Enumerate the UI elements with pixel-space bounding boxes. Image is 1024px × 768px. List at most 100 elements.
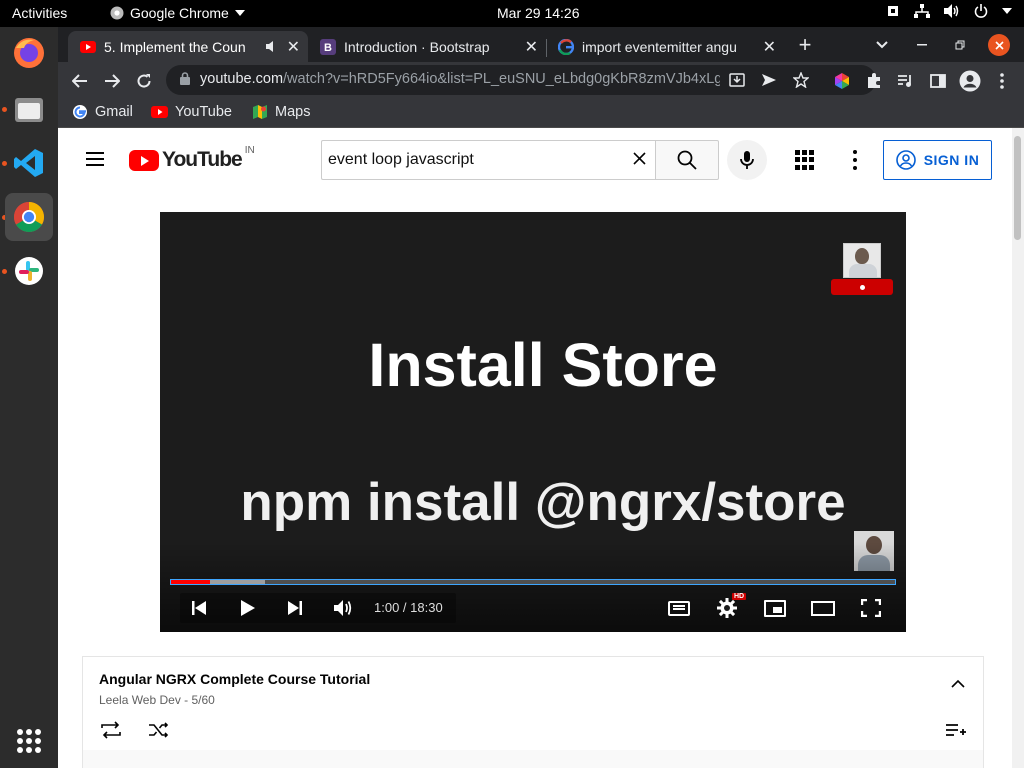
video-player[interactable]: Install Store npm install @ngrx/store 1:…: [160, 212, 906, 632]
shuffle-icon[interactable]: [147, 720, 171, 740]
time-display: 1:00 / 18:30: [374, 600, 443, 615]
bookmark-youtube[interactable]: YouTube: [151, 104, 232, 120]
sign-in-button[interactable]: SIGN IN: [883, 140, 992, 180]
page-scrollbar[interactable]: [1012, 128, 1024, 768]
account-circle-icon: [895, 150, 916, 170]
sign-in-label: SIGN IN: [923, 152, 980, 168]
theater-mode-icon: [811, 600, 835, 616]
fullscreen-icon: [861, 599, 881, 617]
chevron-down-icon: [1002, 8, 1012, 14]
bookmark-gmail[interactable]: Gmail: [72, 104, 133, 120]
dock-firefox[interactable]: [5, 29, 53, 77]
extension-color-button[interactable]: [830, 69, 854, 93]
gear-icon: [717, 598, 737, 618]
youtube-logo[interactable]: YouTube IN: [129, 144, 255, 172]
dock-files[interactable]: [5, 85, 53, 133]
subscribe-watermark: [831, 279, 893, 295]
bookmark-star-icon[interactable]: [793, 72, 809, 88]
tab-close-button[interactable]: ✕: [763, 37, 776, 57]
chrome-icon: [13, 202, 45, 233]
tab-youtube[interactable]: 5. Implement the Coun ✕: [68, 31, 308, 62]
forward-button[interactable]: [100, 69, 124, 93]
show-apps-button[interactable]: [17, 729, 41, 753]
tab-search-button[interactable]: [870, 27, 894, 62]
menu-icon[interactable]: [86, 152, 104, 170]
activities-button[interactable]: Activities: [12, 5, 67, 21]
system-tray[interactable]: [886, 4, 1012, 18]
loop-playlist-icon[interactable]: [99, 720, 123, 740]
audio-playing-icon: [266, 41, 273, 52]
play-button[interactable]: [236, 596, 260, 620]
chrome-small-icon: [110, 6, 124, 20]
arrow-right-icon: [105, 74, 120, 88]
subtitles-icon: [668, 600, 690, 616]
playlist-title[interactable]: Angular NGRX Complete Course Tutorial: [99, 671, 370, 687]
dock-slack[interactable]: [5, 247, 53, 295]
restore-button[interactable]: [948, 27, 972, 62]
files-icon: [15, 98, 43, 122]
media-controls-button[interactable]: [894, 69, 918, 93]
search-icon: [677, 150, 697, 170]
minimize-button[interactable]: [910, 27, 934, 62]
side-panel-button[interactable]: [926, 69, 950, 93]
dock: [0, 27, 58, 768]
share-icon[interactable]: [761, 73, 777, 87]
country-code: IN: [244, 144, 255, 156]
bookmark-maps[interactable]: Maps: [252, 104, 310, 120]
scrollbar-thumb[interactable]: [1014, 136, 1021, 240]
firefox-icon: [14, 38, 44, 68]
back-button[interactable]: [68, 69, 92, 93]
tab-title: Introduction · Bootstrap: [344, 38, 490, 55]
close-window-button[interactable]: [988, 34, 1010, 56]
video-slide-title: Install Store: [368, 331, 718, 399]
chrome-menu-button[interactable]: [990, 69, 1014, 93]
google-icon: [73, 105, 87, 119]
clock[interactable]: Mar 29 14:26: [497, 5, 580, 21]
youtube-header: YouTube IN SIGN IN: [58, 128, 1012, 184]
dock-chrome[interactable]: [5, 193, 53, 241]
video-slide-subtitle: npm install @ngrx/store: [240, 473, 846, 532]
app-menu[interactable]: Google Chrome: [110, 5, 245, 21]
new-tab-button[interactable]: +: [790, 27, 820, 62]
address-bar[interactable]: youtube.com/watch?v=hRD5Fy664io&list=PL_…: [166, 65, 876, 95]
theater-mode-button[interactable]: [810, 596, 836, 620]
skip-next-icon: [288, 601, 302, 615]
reload-button[interactable]: [132, 69, 156, 93]
vscode-icon: [14, 149, 43, 177]
tab-close-button[interactable]: ✕: [525, 37, 538, 57]
youtube-apps-icon[interactable]: [795, 150, 815, 170]
collapse-playlist-icon[interactable]: [951, 677, 965, 691]
settings-more-icon[interactable]: [852, 150, 858, 170]
tab-close-button[interactable]: ✕: [287, 37, 300, 57]
subtitles-button[interactable]: [666, 596, 692, 620]
search-input[interactable]: [328, 150, 608, 170]
bell-icon: [859, 284, 865, 290]
arrow-left-icon: [72, 74, 87, 88]
chevron-down-icon: [234, 10, 245, 16]
voice-search-button[interactable]: [727, 140, 767, 180]
extensions-button[interactable]: [862, 69, 886, 93]
maps-icon: [253, 105, 267, 119]
clear-search-button[interactable]: [633, 149, 646, 170]
youtube-icon: [151, 106, 168, 118]
tab-title: 5. Implement the Coun: [104, 38, 246, 55]
player-controls: 1:00 / 18:30 HD: [160, 590, 906, 626]
dock-vscode[interactable]: [5, 139, 53, 187]
tab-google-search[interactable]: import eventemitter angu ✕: [546, 31, 784, 62]
install-app-icon[interactable]: [729, 73, 745, 87]
mute-button[interactable]: [330, 596, 356, 620]
tab-bootstrap[interactable]: B Introduction · Bootstrap ✕: [308, 31, 546, 62]
previous-button[interactable]: [188, 596, 210, 620]
browser-toolbar: youtube.com/watch?v=hRD5Fy664io&list=PL_…: [58, 62, 1024, 99]
slack-icon: [15, 257, 43, 285]
search-button[interactable]: [655, 140, 719, 180]
profile-button[interactable]: [958, 69, 982, 93]
save-playlist-icon[interactable]: [945, 720, 967, 740]
color-picker-icon: [835, 73, 849, 89]
volume-icon: [944, 4, 959, 18]
fullscreen-button[interactable]: [858, 596, 884, 620]
next-button[interactable]: [284, 596, 306, 620]
progress-bar[interactable]: [170, 579, 896, 585]
search-box: [321, 140, 656, 180]
miniplayer-button[interactable]: [762, 596, 788, 620]
